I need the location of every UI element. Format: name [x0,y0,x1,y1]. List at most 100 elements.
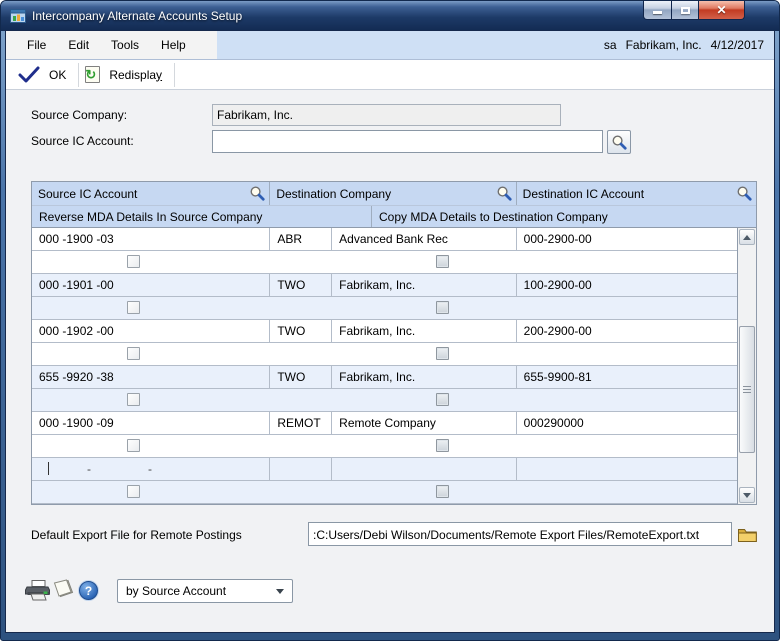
destination-company-name-cell[interactable]: Fabrikam, Inc. [332,274,516,296]
destination-account-cell[interactable] [517,458,737,480]
text-cursor [48,462,49,475]
destination-account-cell[interactable]: 100-2900-00 [517,274,737,296]
grid-subheaders: Reverse MDA Details In Source Company Co… [32,205,756,227]
copy-mda-checkbox[interactable] [436,393,449,406]
maximize-button[interactable] [672,1,698,20]
vertical-scrollbar[interactable] [737,228,756,504]
note-button[interactable] [51,579,76,607]
destination-account-cell[interactable]: 000-2900-00 [517,228,737,250]
grid-row-pair: 000 -1901 -00 TWO Fabrikam, Inc. 100-290… [32,274,737,320]
grid-row-pair: 000 -1902 -00 TWO Fabrikam, Inc. 200-290… [32,320,737,366]
source-ic-account-column-lookup-button[interactable] [249,185,266,205]
source-account-cell[interactable]: -- [32,458,270,480]
note-icon [51,579,76,602]
menu-edit[interactable]: Edit [57,38,100,52]
copy-mda-checkbox[interactable] [436,255,449,268]
window-body: File Edit Tools Help sa Fabrikam, Inc. 4… [6,31,774,632]
menu-file[interactable]: File [16,38,57,52]
grid-body-rows: 000 -1900 -03 ABR Advanced Bank Rec 000-… [32,228,737,504]
source-account-cell[interactable]: 000 -1901 -00 [32,274,270,296]
destination-company-name-cell[interactable] [332,458,516,480]
export-file-field[interactable]: :C:Users/Debi Wilson/Documents/Remote Ex… [308,522,732,546]
app-window: Intercompany Alternate Accounts Setup ✕ … [0,0,780,641]
destination-company-column-lookup-button[interactable] [496,185,513,205]
menu-tools[interactable]: Tools [100,38,150,52]
account-mask-separator: - [148,462,152,476]
grid-column-headers: Source IC Account Destination Company [32,182,756,205]
chevron-down-icon [276,589,284,594]
scroll-down-button[interactable] [739,487,755,503]
copy-mda-checkbox[interactable] [436,301,449,314]
help-button[interactable]: ? [79,581,98,600]
close-icon: ✕ [716,4,726,16]
grid-body: 000 -1900 -03 ABR Advanced Bank Rec 000-… [32,227,756,504]
source-account-cell[interactable]: 000 -1902 -00 [32,320,270,342]
ok-button-label: OK [49,68,66,82]
minimize-button[interactable] [643,1,672,20]
scrollbar-thumb[interactable] [739,326,755,453]
destination-account-cell[interactable]: 000290000 [517,412,737,434]
mda-checkbox-row [32,435,737,458]
scroll-up-icon [743,235,751,240]
menubar: File Edit Tools Help sa Fabrikam, Inc. 4… [6,31,774,60]
status-area: sa Fabrikam, Inc. 4/12/2017 [217,31,774,59]
export-file-browse-button[interactable] [735,523,760,546]
destination-account-cell[interactable]: 655-9900-81 [517,366,737,388]
reverse-mda-checkbox[interactable] [127,255,140,268]
ok-button[interactable]: OK [12,62,78,88]
destination-company-name-cell[interactable]: Remote Company [332,412,516,434]
source-account-cell[interactable]: 000 -1900 -09 [32,412,270,434]
source-account-cell[interactable]: 000 -1900 -03 [32,228,270,250]
window-title: Intercompany Alternate Accounts Setup [32,9,242,23]
content-area: Source Company: Fabrikam, Inc. Source IC… [6,90,774,632]
mda-checkbox-row [32,389,737,412]
redisplay-icon: ↻ [85,66,100,83]
column-header-destination-ic-account: Destination IC Account [517,182,756,205]
reverse-mda-checkbox[interactable] [127,439,140,452]
sort-dropdown[interactable]: by Source Account [117,579,293,603]
grid-row-pair: 000 -1900 -03 ABR Advanced Bank Rec 000-… [32,228,737,274]
status-user: sa [604,38,617,52]
destination-account-cell[interactable]: 200-2900-00 [517,320,737,342]
redisplay-button[interactable]: ↻ Redisplay [79,62,174,88]
app-icon [10,8,26,24]
destination-company-id-cell[interactable]: REMOT [270,412,332,434]
grid-row-pair: 655 -9920 -38 TWO Fabrikam, Inc. 655-990… [32,366,737,412]
export-file-label: Default Export File for Remote Postings [31,528,242,542]
destination-company-id-cell[interactable]: TWO [270,366,332,388]
destination-ic-account-column-lookup-button[interactable] [736,185,753,205]
ok-check-icon [18,66,40,84]
scroll-up-button[interactable] [739,229,755,245]
account-row: 655 -9920 -38 TWO Fabrikam, Inc. 655-990… [32,366,737,389]
reverse-mda-checkbox[interactable] [127,301,140,314]
reverse-mda-checkbox[interactable] [127,347,140,360]
toolbar: OK ↻ Redisplay [6,60,774,90]
account-row: 000 -1902 -00 TWO Fabrikam, Inc. 200-290… [32,320,737,343]
reverse-mda-checkbox[interactable] [127,485,140,498]
menu-help[interactable]: Help [150,38,197,52]
window-controls: ✕ [643,1,745,20]
destination-company-id-cell[interactable]: TWO [270,320,332,342]
account-row: -- [32,458,737,481]
source-ic-account-lookup-button[interactable] [607,130,631,154]
destination-company-name-cell[interactable]: Fabrikam, Inc. [332,366,516,388]
destination-company-name-cell[interactable]: Fabrikam, Inc. [332,320,516,342]
destination-company-id-cell[interactable] [270,458,332,480]
destination-company-name-cell[interactable]: Advanced Bank Rec [332,228,516,250]
mda-checkbox-row [32,343,737,366]
source-ic-account-input[interactable] [212,130,603,153]
print-button[interactable] [25,579,51,608]
account-row: 000 -1900 -03 ABR Advanced Bank Rec 000-… [32,228,737,251]
close-button[interactable]: ✕ [698,1,745,20]
destination-company-id-cell[interactable]: TWO [270,274,332,296]
source-account-cell[interactable]: 655 -9920 -38 [32,366,270,388]
copy-mda-checkbox[interactable] [436,439,449,452]
folder-icon [737,526,758,543]
mda-checkbox-row [32,481,737,504]
magnifier-icon [249,185,266,202]
reverse-mda-checkbox[interactable] [127,393,140,406]
copy-mda-checkbox[interactable] [436,347,449,360]
copy-mda-checkbox[interactable] [436,485,449,498]
destination-company-id-cell[interactable]: ABR [270,228,332,250]
subheader-copy-mda: Copy MDA Details to Destination Company [372,206,756,227]
